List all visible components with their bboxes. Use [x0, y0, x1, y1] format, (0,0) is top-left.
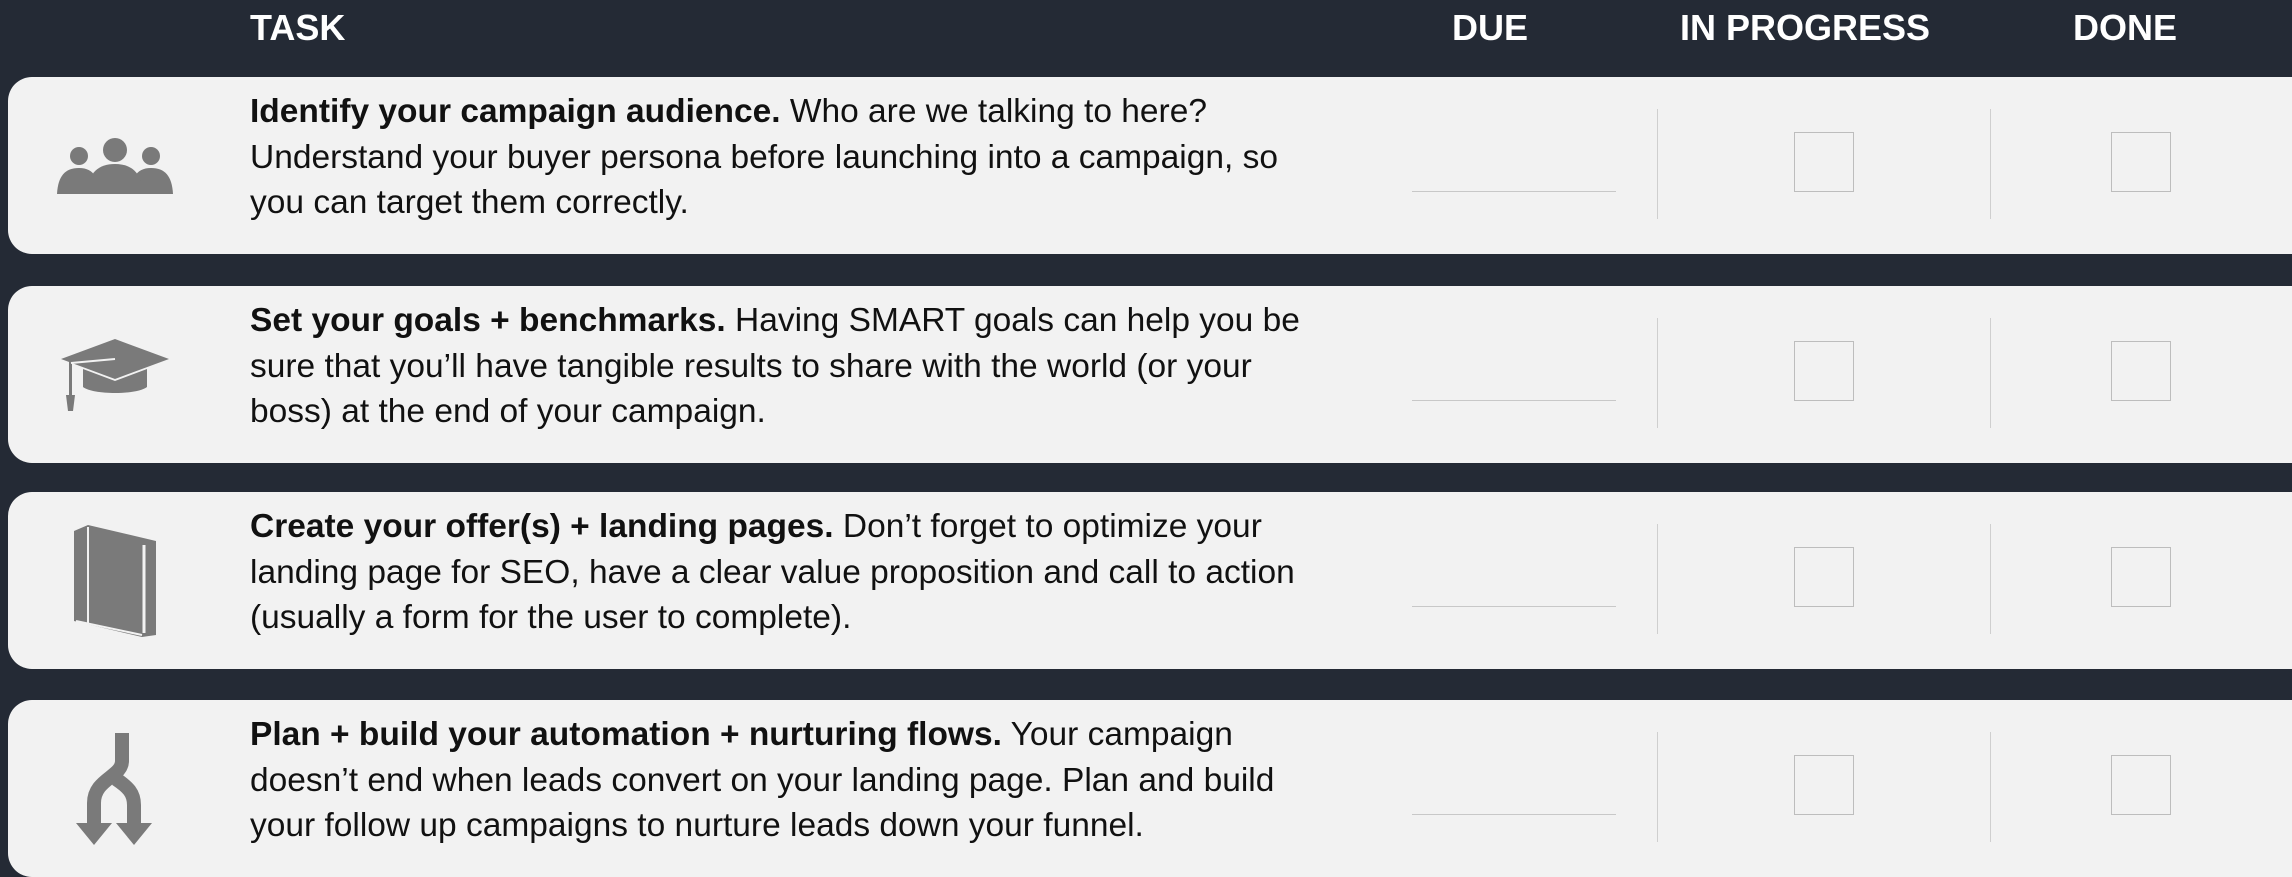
- task-row: Set your goals + benchmarks. Having SMAR…: [8, 286, 2292, 463]
- task-title: Set your goals + benchmarks.: [250, 302, 726, 339]
- done-checkbox[interactable]: [2111, 341, 2171, 401]
- task-description: Identify your campaign audience. Who are…: [250, 89, 1330, 226]
- graduation-cap-icon: [50, 320, 180, 430]
- column-divider: [1990, 109, 1991, 219]
- task-description: Plan + build your automation + nurturing…: [250, 712, 1330, 849]
- task-row: Plan + build your automation + nurturing…: [8, 700, 2292, 877]
- task-title: Create your offer(s) + landing pages.: [250, 508, 834, 545]
- split-arrows-icon: [50, 733, 180, 845]
- column-divider: [1990, 318, 1991, 428]
- header-in-progress: IN PROGRESS: [1679, 7, 1931, 48]
- in-progress-checkbox[interactable]: [1794, 547, 1854, 607]
- column-divider: [1990, 732, 1991, 842]
- due-date-field[interactable]: [1412, 606, 1616, 607]
- done-checkbox[interactable]: [2111, 132, 2171, 192]
- task-description: Set your goals + benchmarks. Having SMAR…: [250, 298, 1330, 435]
- due-date-field[interactable]: [1412, 814, 1616, 815]
- people-group-icon: [50, 111, 180, 221]
- done-checkbox[interactable]: [2111, 547, 2171, 607]
- in-progress-checkbox[interactable]: [1794, 755, 1854, 815]
- task-title: Identify your campaign audience.: [250, 93, 781, 130]
- column-divider: [1657, 732, 1658, 842]
- column-divider: [1657, 318, 1658, 428]
- in-progress-checkbox[interactable]: [1794, 132, 1854, 192]
- done-checkbox[interactable]: [2111, 755, 2171, 815]
- header-done: DONE: [2072, 7, 2177, 48]
- header-due: DUE: [1451, 7, 1528, 48]
- column-divider: [1657, 109, 1658, 219]
- task-title: Plan + build your automation + nurturing…: [250, 716, 1002, 753]
- task-description: Create your offer(s) + landing pages. Do…: [250, 504, 1330, 641]
- in-progress-checkbox[interactable]: [1794, 341, 1854, 401]
- due-date-field[interactable]: [1412, 400, 1616, 401]
- due-date-field[interactable]: [1412, 191, 1616, 192]
- column-divider: [1657, 524, 1658, 634]
- header-task: TASK: [250, 7, 346, 48]
- task-row: Identify your campaign audience. Who are…: [8, 77, 2292, 254]
- table-header: TASK DUE IN PROGRESS DONE: [0, 0, 2292, 60]
- column-divider: [1990, 524, 1991, 634]
- book-icon: [50, 525, 180, 637]
- task-row: Create your offer(s) + landing pages. Do…: [8, 492, 2292, 669]
